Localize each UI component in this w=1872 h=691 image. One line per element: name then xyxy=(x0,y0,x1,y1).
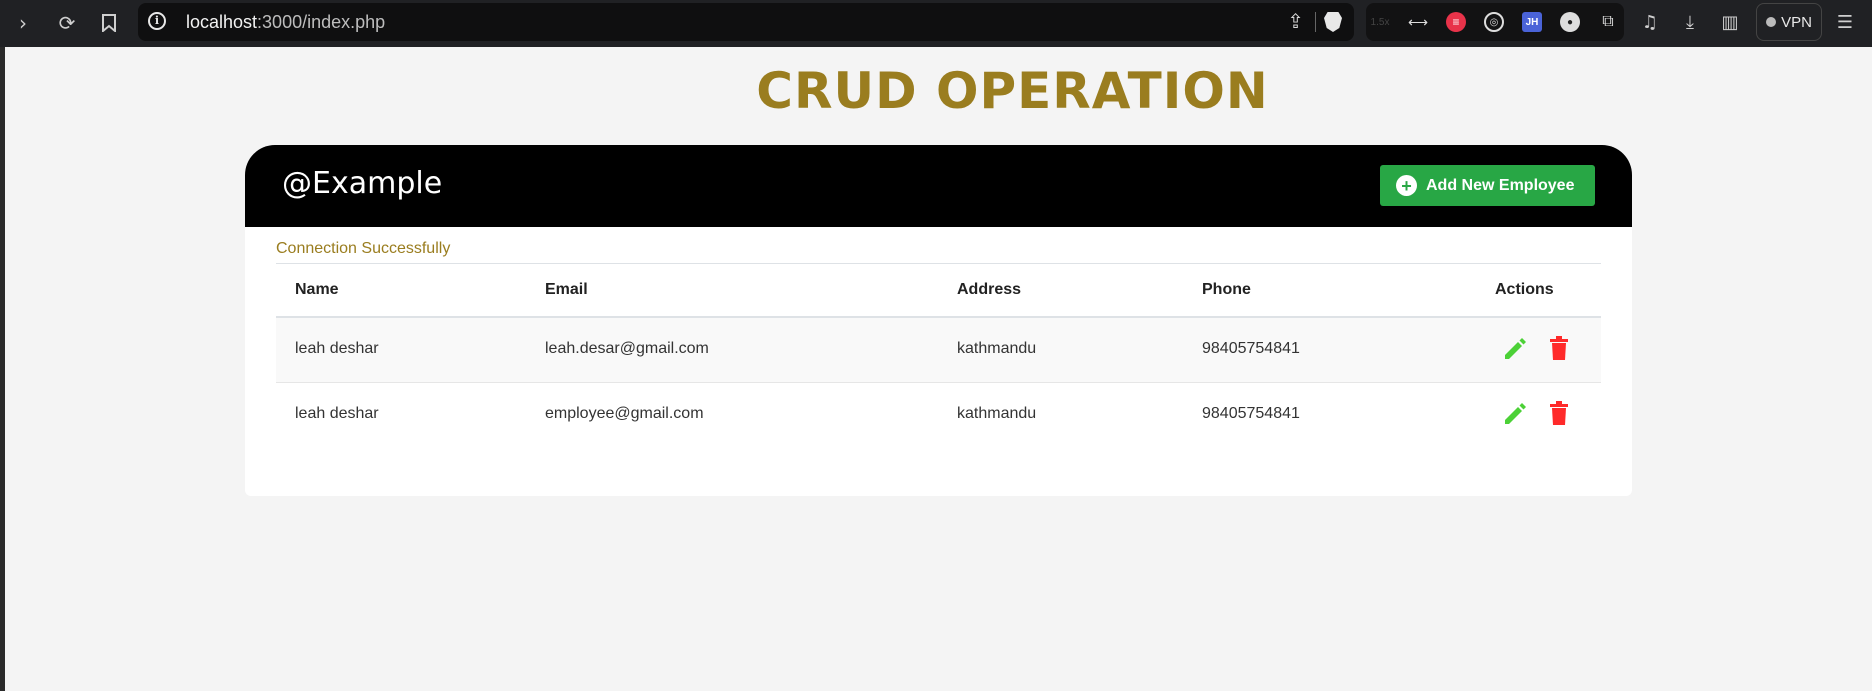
column-actions: Actions xyxy=(1495,281,1554,298)
speed-extension-icon[interactable]: 1.5x xyxy=(1370,12,1390,32)
cell-email: employee@gmail.com xyxy=(545,405,704,422)
plus-circle-icon: + xyxy=(1396,175,1417,196)
edit-icon[interactable] xyxy=(1502,334,1528,362)
table-row: leah deshar employee@gmail.com kathmandu… xyxy=(276,383,1601,448)
forward-icon[interactable]: › xyxy=(8,8,38,38)
menu-icon[interactable]: ☰ xyxy=(1833,10,1857,34)
circle-extension-icon[interactable]: ● xyxy=(1560,12,1580,32)
cell-name: leah deshar xyxy=(295,405,379,422)
divider xyxy=(1315,12,1316,32)
card-header: @Example + Add New Employee xyxy=(245,145,1632,227)
delete-icon[interactable] xyxy=(1546,399,1572,427)
sidebar-icon[interactable]: ▥ xyxy=(1718,10,1742,34)
edit-icon[interactable] xyxy=(1502,399,1528,427)
vpn-button[interactable]: VPN xyxy=(1756,3,1822,41)
arrows-extension-icon[interactable]: ⟷ xyxy=(1408,12,1428,32)
browser-toolbar: › ⟳ i localhost:3000/index.php ⇪ 1.5x ⟷ … xyxy=(0,0,1872,47)
target-extension-icon[interactable]: ◎ xyxy=(1484,12,1504,32)
url-text[interactable]: localhost:3000/index.php xyxy=(186,12,385,33)
site-info-icon[interactable]: i xyxy=(148,12,166,30)
connection-status: Connection Successfully xyxy=(276,240,451,257)
cell-address: kathmandu xyxy=(957,340,1037,357)
cell-phone: 98405754841 xyxy=(1202,405,1300,422)
puzzle-extension-icon[interactable]: ⧉ xyxy=(1598,12,1618,32)
page-title: CRUD OPERATION xyxy=(756,62,1269,120)
cell-email: leah.desar@gmail.com xyxy=(545,340,709,357)
share-icon[interactable]: ⇪ xyxy=(1287,9,1304,33)
column-name: Name xyxy=(295,281,339,298)
extensions-group: 1.5x ⟷ ≡ ◎ JH ● ⧉ xyxy=(1366,3,1624,41)
cell-address: kathmandu xyxy=(957,405,1037,422)
cell-phone: 98405754841 xyxy=(1202,340,1300,357)
employee-card: @Example + Add New Employee Connection S… xyxy=(245,145,1632,496)
table-row: leah deshar leah.desar@gmail.com kathman… xyxy=(276,318,1601,383)
vpn-status-icon xyxy=(1766,17,1777,27)
window-edge xyxy=(0,47,5,691)
todoist-extension-icon[interactable]: ≡ xyxy=(1446,12,1466,32)
address-bar[interactable]: i localhost:3000/index.php ⇪ xyxy=(138,3,1354,41)
add-employee-label: Add New Employee xyxy=(1426,176,1575,194)
column-phone: Phone xyxy=(1202,281,1251,298)
reload-icon[interactable]: ⟳ xyxy=(52,8,82,38)
add-employee-button[interactable]: + Add New Employee xyxy=(1380,165,1595,206)
music-icon[interactable]: ♫ xyxy=(1638,10,1662,34)
brave-shield-icon[interactable] xyxy=(1324,12,1342,32)
download-icon[interactable]: ⤓ xyxy=(1678,10,1702,34)
delete-icon[interactable] xyxy=(1546,334,1572,362)
table-header: Name Email Address Phone Actions xyxy=(276,263,1601,318)
brand-label: @Example xyxy=(282,166,443,201)
employee-table: Name Email Address Phone Actions leah de… xyxy=(276,263,1601,448)
jh-extension-icon[interactable]: JH xyxy=(1522,12,1542,32)
column-address: Address xyxy=(957,281,1022,298)
column-email: Email xyxy=(545,281,588,298)
bookmark-icon[interactable] xyxy=(94,8,124,38)
cell-name: leah deshar xyxy=(295,340,379,357)
